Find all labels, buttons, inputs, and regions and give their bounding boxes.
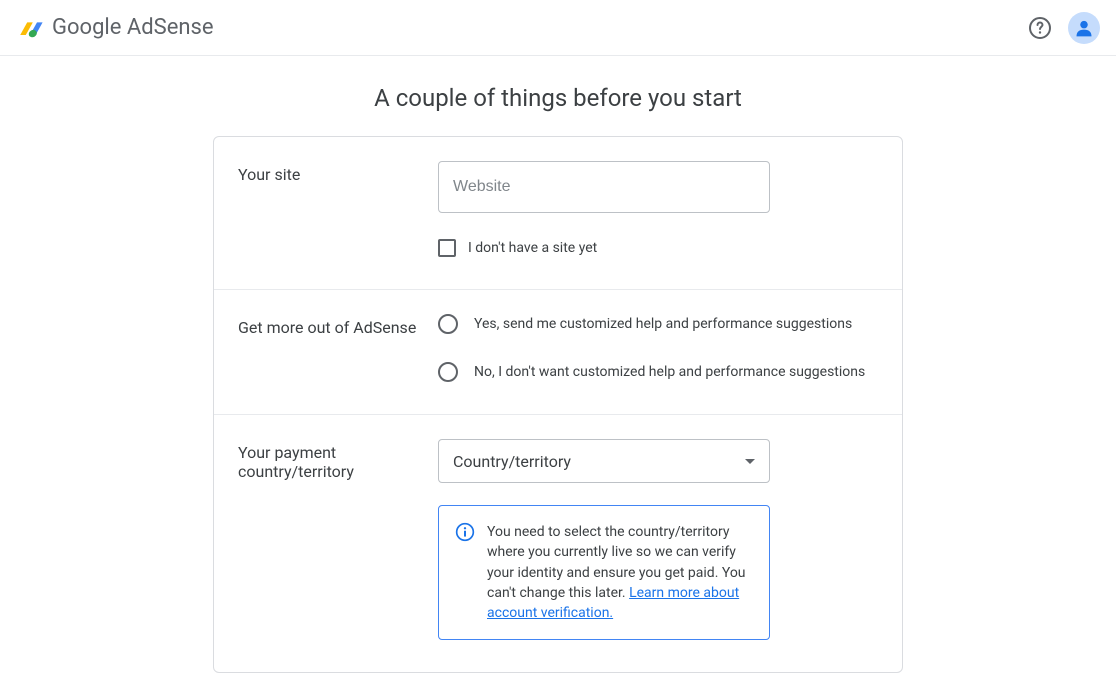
brand-google: Google: [52, 15, 121, 40]
site-section-label: Your site: [238, 161, 438, 257]
country-info-box: You need to select the country/territory…: [438, 505, 770, 640]
help-icon[interactable]: [1028, 16, 1052, 40]
country-select-placeholder: Country/territory: [453, 452, 571, 471]
country-section-label: Your payment country/territory: [238, 439, 438, 640]
help-yes-row: Yes, send me customized help and perform…: [438, 314, 878, 334]
help-section-content: Yes, send me customized help and perform…: [438, 314, 878, 382]
country-section-content: Country/territory You need to select the…: [438, 439, 878, 640]
website-input[interactable]: [438, 161, 770, 213]
brand-text: Google AdSense: [52, 15, 214, 40]
page-title: A couple of things before you start: [0, 84, 1116, 112]
chevron-down-icon: [745, 459, 755, 464]
country-info-text: You need to select the country/territory…: [487, 522, 753, 623]
help-no-label: No, I don't want customized help and per…: [474, 364, 865, 380]
help-yes-radio[interactable]: [438, 314, 458, 334]
app-header: Google AdSense: [0, 0, 1116, 56]
country-section: Your payment country/territory Country/t…: [214, 415, 902, 672]
avatar[interactable]: [1068, 12, 1100, 44]
no-site-label: I don't have a site yet: [468, 240, 597, 256]
country-select[interactable]: Country/territory: [438, 439, 770, 483]
info-icon: [455, 522, 475, 542]
help-section-label: Get more out of AdSense: [238, 314, 438, 382]
help-yes-label: Yes, send me customized help and perform…: [474, 316, 852, 332]
help-no-radio[interactable]: [438, 362, 458, 382]
help-no-row: No, I don't want customized help and per…: [438, 362, 878, 382]
country-select-wrapper: Country/territory: [438, 439, 770, 483]
adsense-logo-icon: [16, 14, 44, 42]
help-section: Get more out of AdSense Yes, send me cus…: [214, 290, 902, 415]
no-site-row: I don't have a site yet: [438, 239, 878, 257]
site-section-content: I don't have a site yet: [438, 161, 878, 257]
header-left: Google AdSense: [16, 14, 214, 42]
form-card: Your site I don't have a site yet Get mo…: [213, 136, 903, 673]
header-right: [1028, 12, 1100, 44]
no-site-checkbox[interactable]: [438, 239, 456, 257]
site-section: Your site I don't have a site yet: [214, 137, 902, 290]
brand-product: AdSense: [127, 15, 214, 40]
